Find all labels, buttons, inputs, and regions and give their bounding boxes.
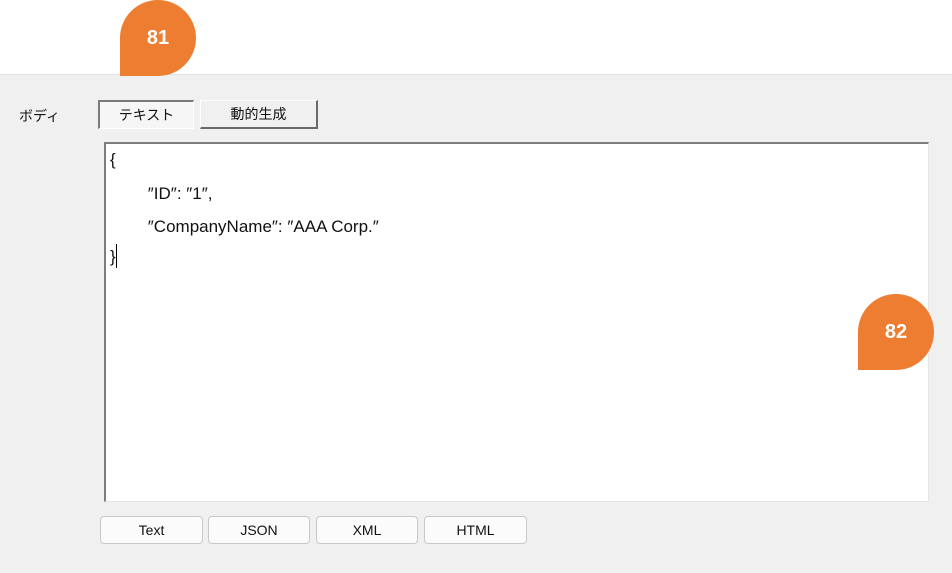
format-text-button[interactable]: Text — [100, 516, 203, 544]
callout-marker-81: 81 — [120, 0, 196, 76]
body-text-editor[interactable] — [104, 142, 929, 502]
tab-text[interactable]: テキスト — [98, 100, 194, 129]
body-label: ボディ — [19, 109, 61, 125]
editor-line-3: ″CompanyName″: ″AAA Corp.″ — [110, 217, 379, 236]
editor-line-4: } — [110, 247, 116, 266]
format-html-button[interactable]: HTML — [424, 516, 527, 544]
format-xml-button[interactable]: XML — [316, 516, 418, 544]
format-json-button[interactable]: JSON — [208, 516, 310, 544]
callout-marker-82: 82 — [858, 294, 934, 370]
editor-line-1: { — [110, 150, 116, 169]
tab-dynamic-generation[interactable]: 動的生成 — [200, 100, 318, 129]
text-caret — [116, 244, 117, 268]
editor-line-2: ″ID″: ″1″, — [110, 184, 213, 203]
